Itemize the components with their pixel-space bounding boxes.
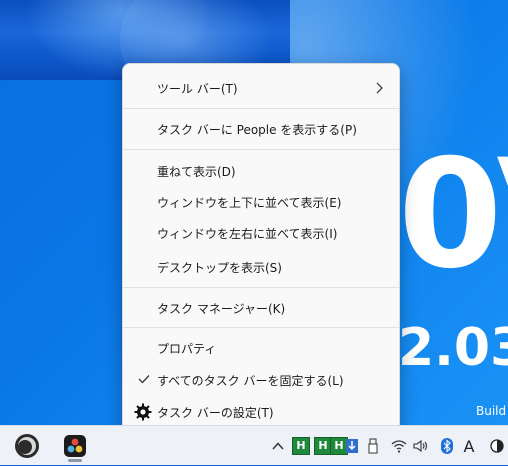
- night-mode-icon: [490, 439, 504, 453]
- menu-item-label: タスク バーの設定(T): [157, 405, 274, 420]
- menu-item-side-by-side[interactable]: ウィンドウを左右に並べて表示(I): [127, 217, 395, 249]
- tray-bluetooth[interactable]: [440, 426, 454, 466]
- download-icon: [346, 439, 358, 453]
- chevron-up-icon: [272, 442, 284, 450]
- menu-item-cascade[interactable]: 重ねて表示(D): [127, 155, 395, 187]
- menu-item-taskbar-settings[interactable]: タスク バーの設定(T): [127, 396, 395, 428]
- tray-download[interactable]: [344, 426, 360, 466]
- active-indicator: [68, 459, 82, 462]
- taskbar: H H H A: [0, 425, 508, 465]
- wallpaper-version-text: 2.03: [398, 318, 508, 378]
- ime-icon: A: [463, 436, 475, 456]
- gear-icon: [134, 403, 152, 421]
- h-app-icon: H: [292, 437, 310, 455]
- menu-item-label: 重ねて表示(D): [157, 164, 236, 179]
- build-watermark: Build: [476, 404, 507, 418]
- volume-icon: [413, 439, 428, 453]
- menu-separator: [123, 327, 399, 328]
- menu-item-label: ウィンドウを上下に並べて表示(E): [157, 195, 342, 210]
- taskbar-context-menu: ツール バー(T) タスク バーに People を表示する(P) 重ねて表示(…: [122, 63, 400, 436]
- tray-usb[interactable]: [366, 426, 380, 466]
- menu-item-label: プロパティ: [157, 341, 217, 356]
- wifi-icon: [391, 440, 407, 453]
- menu-item-label: ツール バー(T): [157, 81, 238, 96]
- menu-item-lock-taskbar[interactable]: すべてのタスク バーを固定する(L): [127, 364, 395, 396]
- menu-item-label: デスクトップを表示(S): [157, 260, 282, 275]
- menu-item-label: タスク マネージャー(K): [157, 301, 286, 316]
- menu-item-task-manager[interactable]: タスク マネージャー(K): [127, 292, 395, 324]
- tray-volume[interactable]: [412, 426, 430, 466]
- menu-item-label: すべてのタスク バーを固定する(L): [157, 373, 344, 388]
- usb-icon: [368, 438, 378, 454]
- menu-item-label: タスク バーに People を表示する(P): [157, 122, 357, 137]
- davinci-resolve-icon: [64, 435, 86, 457]
- tray-h-app-1[interactable]: H: [292, 426, 310, 466]
- obs-icon: [15, 434, 39, 458]
- taskbar-app-obs[interactable]: [10, 430, 44, 462]
- tray-night-mode[interactable]: [488, 426, 506, 466]
- menu-item-properties[interactable]: プロパティ: [127, 332, 395, 364]
- chevron-right-icon: [376, 82, 383, 94]
- bluetooth-icon: [441, 438, 453, 454]
- menu-separator: [123, 149, 399, 150]
- checkmark-icon: [138, 375, 150, 384]
- menu-item-toolbars[interactable]: ツール バー(T): [127, 72, 395, 104]
- show-hidden-icons-button[interactable]: [270, 426, 286, 466]
- menu-item-stack-vertical[interactable]: ウィンドウを上下に並べて表示(E): [127, 186, 395, 218]
- taskbar-app-davinci[interactable]: [58, 430, 92, 462]
- menu-item-label: ウィンドウを左右に並べて表示(I): [157, 226, 338, 241]
- menu-separator: [123, 287, 399, 288]
- menu-item-show-desktop[interactable]: デスクトップを表示(S): [127, 251, 395, 283]
- menu-item-show-people[interactable]: タスク バーに People を表示する(P): [127, 113, 395, 145]
- tray-wifi[interactable]: [390, 426, 408, 466]
- tray-ime[interactable]: A: [460, 426, 478, 466]
- wallpaper-big-text: 0V: [398, 140, 508, 290]
- menu-separator: [123, 108, 399, 109]
